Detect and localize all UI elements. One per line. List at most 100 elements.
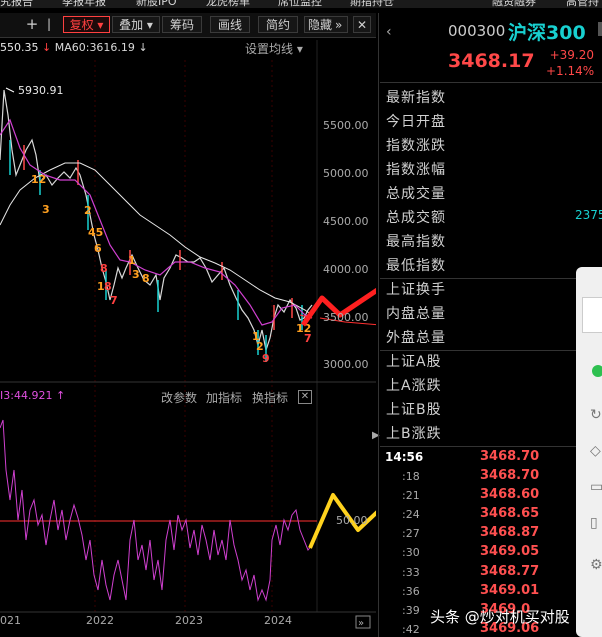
menu-item-reports[interactable]: 季报年报: [62, 0, 106, 8]
hide-label: 隐藏: [308, 18, 333, 32]
indicator-level-label: 50.00: [336, 514, 368, 527]
watermark: 头条 @炒对机买对股: [430, 608, 570, 626]
info-label: 上A涨跌: [386, 378, 442, 394]
chips-button[interactable]: 筹码: [162, 16, 202, 33]
svg-text:3: 3: [42, 203, 50, 216]
ma5-value: 550.35: [0, 41, 39, 54]
switch-indicator-button[interactable]: 换指标: [252, 389, 288, 406]
tick-second: :33: [402, 566, 420, 579]
set-ma-label: 设置均线: [245, 42, 294, 56]
price-tick: 5000.00: [323, 167, 369, 180]
price-series: [0, 89, 313, 353]
price-tick: 4000.00: [323, 263, 369, 276]
overlay-label: 叠加: [119, 18, 144, 32]
price-tick: 5500.00: [323, 119, 369, 132]
info-label: 今日开盘: [386, 114, 446, 130]
tick-second: :21: [402, 489, 420, 502]
change-percent: +1.14%: [546, 64, 595, 78]
avatar[interactable]: [582, 297, 602, 333]
year-label: 021: [0, 614, 21, 627]
indicator-arrow-icon: ↑: [52, 389, 66, 402]
chevron-down-icon: ▾: [93, 18, 104, 32]
floating-tool-panel: ↻ ◇ ▭ ▯ ⚙: [576, 267, 602, 637]
draw-line-button[interactable]: 画线: [210, 16, 250, 33]
zoom-in-button[interactable]: +: [22, 16, 42, 33]
svg-text:8: 8: [104, 280, 112, 293]
menu-item-ipo[interactable]: 新股IPO: [136, 0, 177, 8]
svg-text:6: 6: [94, 242, 102, 255]
info-label: 上证B股: [386, 402, 442, 418]
tick-second: :30: [402, 546, 420, 559]
svg-text:2: 2: [84, 204, 92, 217]
info-label: 总成交额: [386, 210, 446, 226]
tick-price: 3468.70: [480, 449, 540, 464]
tick-price: 3468.87: [480, 525, 540, 540]
close-icon: ✕: [300, 391, 310, 402]
double-chevron-right-icon: »: [358, 618, 364, 629]
edit-params-button[interactable]: 改参数: [161, 389, 197, 406]
info-label: 最高指数: [386, 234, 446, 250]
ma60-arrow-icon: ↓: [138, 41, 148, 54]
menu-item-seat-monitor[interactable]: 席位监控: [278, 0, 322, 8]
indicator-series: [0, 419, 313, 602]
year-label: 2023: [175, 614, 203, 627]
overlay-button[interactable]: 叠加 ▾: [112, 16, 160, 33]
index-code: 000300: [448, 22, 506, 40]
tick-second: :42: [402, 623, 420, 636]
adjust-rights-button[interactable]: 复权 ▾: [63, 16, 110, 33]
close-chart-button[interactable]: ✕: [353, 16, 371, 33]
last-price: 3468.17: [448, 50, 535, 72]
price-tick: 3500.00: [323, 311, 369, 324]
document-icon[interactable]: ▯: [590, 515, 598, 531]
change-value: +39.20: [549, 48, 594, 62]
hide-button[interactable]: 隐藏»: [304, 16, 348, 33]
price-tick: 4500.00: [323, 215, 369, 228]
ma60-value: MA60:3616.19: [54, 41, 135, 54]
tick-second: :27: [402, 527, 420, 540]
chevron-down-icon: ▾: [293, 42, 303, 56]
ma-magenta-line: [0, 118, 313, 326]
scrollbar-thumb[interactable]: [598, 22, 602, 36]
top-menu: 究报告 季报年报 新股IPO 龙虎榜单 席位监控 期指持仓 融资融券 高管持: [0, 0, 602, 8]
divider: [380, 446, 576, 447]
menu-item-futures[interactable]: 期指持仓: [350, 0, 394, 8]
side-value: 2375: [575, 208, 602, 222]
info-label: 指数涨幅: [386, 162, 446, 178]
td-markers: 12 3 2 45 6 8 1 8 7 1 3 8 1 2 9 12 7: [31, 173, 312, 365]
cube-icon[interactable]: ◇: [590, 443, 601, 459]
chevron-down-icon: ▾: [143, 18, 153, 32]
close-icon: ✕: [356, 18, 368, 32]
add-indicator-button[interactable]: 加指标: [206, 389, 242, 406]
svg-text:9: 9: [262, 352, 270, 365]
chart-toolbar: + | 复权 ▾ 叠加 ▾ 筹码 画线 简约 隐藏» ✕: [0, 13, 376, 38]
settings-icon[interactable]: ⚙: [590, 557, 602, 573]
close-indicator-button[interactable]: ✕: [298, 390, 312, 404]
menu-item-executives[interactable]: 高管持: [566, 0, 599, 8]
menu-item-research[interactable]: 究报告: [0, 0, 33, 8]
menu-item-margin[interactable]: 融资融券: [492, 0, 536, 8]
folder-icon[interactable]: ▭: [590, 479, 602, 495]
peak-arrow-icon: [5, 87, 15, 93]
year-label: 2022: [86, 614, 114, 627]
candles-down: [9, 140, 303, 362]
info-label: 最新指数: [386, 90, 446, 106]
tick-time: 14:56: [385, 450, 424, 464]
price-change: +39.20 +1.14%: [546, 47, 594, 79]
tick-price: 3468.70: [480, 468, 540, 483]
set-ma-button[interactable]: 设置均线 ▾: [245, 40, 303, 57]
info-label: 上证A股: [386, 354, 442, 370]
svg-text:8: 8: [100, 262, 108, 275]
refresh-icon[interactable]: ↻: [590, 407, 602, 423]
info-label: 上证换手: [386, 282, 446, 298]
peak-label: 5930.91: [18, 84, 64, 97]
ma-legend: 550.35 ↓ MA60:3616.19 ↓: [0, 41, 148, 54]
chevron-left-icon[interactable]: ‹: [386, 24, 392, 40]
simple-mode-button[interactable]: 简约: [258, 16, 298, 33]
tick-price: 3468.77: [480, 564, 540, 579]
kline-chart[interactable]: 12 3 2 45 6 8 1 8 7 1 3 8 1 2 9 12 7 »: [0, 38, 376, 637]
chat-icon[interactable]: [592, 365, 602, 377]
divider: [380, 82, 602, 83]
menu-item-dragon-tiger[interactable]: 龙虎榜单: [206, 0, 250, 8]
more-icon: »: [335, 18, 343, 32]
tick-second: :39: [402, 604, 420, 617]
